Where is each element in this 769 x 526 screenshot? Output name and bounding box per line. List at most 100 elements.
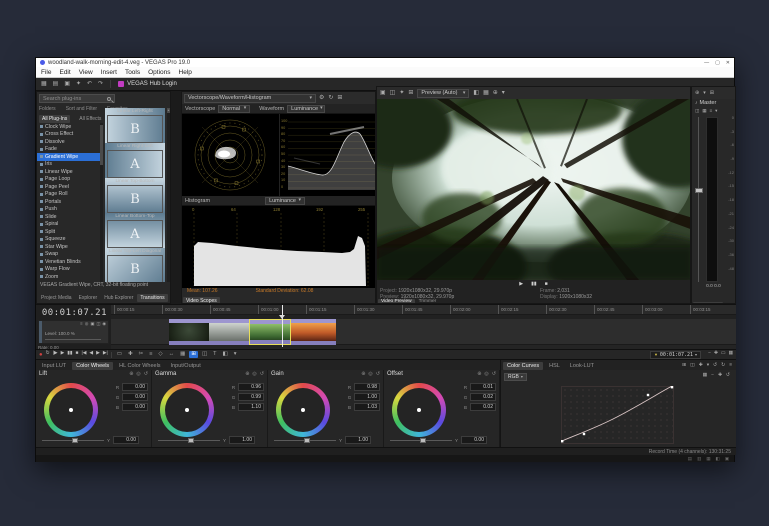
envelope-tool-icon[interactable]: ≡ [147,351,154,359]
track-level-slider[interactable] [45,339,101,340]
preset-linear-left-right[interactable]: Linear Left-Right B [105,108,165,143]
close-button[interactable]: ✕ [726,60,730,66]
grading-tab[interactable]: Input LUT [38,362,70,370]
wheel-y-value[interactable]: 0.00 [461,436,487,444]
fade-tool-icon[interactable]: ◇ [156,351,164,359]
color-pick-icon[interactable]: ◎ [368,371,372,377]
track-menu-icon[interactable]: ≡ [80,322,82,326]
transition-item[interactable]: Fade [37,146,100,154]
meter-options-icon[interactable]: ≡ [710,109,713,114]
link-channels-icon[interactable]: ⊕ [245,371,249,377]
wheel-g-value[interactable]: 0.99 [238,393,264,401]
reset-curve-icon[interactable]: ↺ [726,374,730,379]
maximize-button[interactable]: ▢ [715,60,720,66]
dock-tab[interactable]: Transitions [137,294,167,302]
wheel-y-value[interactable]: 0.00 [113,436,139,444]
transition-item[interactable]: Push [37,206,100,214]
overlay-choice-icon[interactable]: ⊞ [408,90,413,96]
wheel-y-value[interactable]: 1.00 [229,436,255,444]
category-tab[interactable]: All Effects [76,115,104,123]
transition-item[interactable]: Squeeze [37,236,100,244]
tool-more-icon[interactable]: ▾ [232,351,239,359]
curve-grid-toggle-icon[interactable]: ▦ [703,374,708,379]
slip-tool-icon[interactable]: ↔ [167,351,177,359]
dock-tab[interactable]: Project Media [38,294,75,302]
reset-wheel-icon[interactable]: ↺ [144,371,148,377]
auto-crossfade-icon[interactable]: ◫ [200,351,209,359]
menu-insert[interactable]: Insert [101,69,117,76]
search-input[interactable]: Search plug-ins [39,94,115,103]
open-project-icon[interactable]: ▣ [64,81,70,87]
insert-fx-icon[interactable]: ⊕ [695,91,699,96]
menu-file[interactable]: File [41,69,51,76]
histogram-mode-dropdown[interactable]: Luminance▾ [265,197,305,205]
go-to-end-icon[interactable]: ▶| [103,352,108,357]
zoom-preview-icon[interactable]: ⊕ [493,90,498,96]
transition-item[interactable]: Cross Effect [37,131,100,139]
undo-icon[interactable]: ↶ [87,81,92,87]
timeline-ruler[interactable]: 00:00:1500:00:3000:00:4500:01:0000:01:15… [111,305,736,315]
preset-linear-bottom-top[interactable]: Linear Bottom-Top A [105,213,165,248]
solo-icon[interactable]: ▦ [702,109,706,114]
cursor-time-box[interactable]: ▼ 00:01:07.21 ▾ [650,351,701,359]
color-pick-icon[interactable]: ◎ [252,371,256,377]
track-solo-icon[interactable]: ◉ [102,322,106,326]
wheel-master-slider[interactable] [390,440,452,441]
save-project-icon[interactable]: ✦ [76,81,81,87]
wheel-y-value[interactable]: 1.00 [345,436,371,444]
scale-menu-icon[interactable]: ▾ [715,109,717,114]
wheel-r-value[interactable]: 0.01 [470,383,496,391]
panel-toggle-icon-5[interactable]: ▣ [725,456,729,462]
reset-wheel-icon[interactable]: ↺ [376,371,380,377]
reset-wheel-icon[interactable]: ↺ [260,371,264,377]
color-pick-icon[interactable]: ◎ [484,371,488,377]
transition-item[interactable]: Portals [37,198,100,206]
wheel-slider-handle[interactable] [188,438,194,443]
transition-item[interactable]: Swap [37,251,100,259]
transition-item[interactable]: Venetian Blinds [37,258,100,266]
redo-grade-icon[interactable]: ↻ [721,364,725,369]
waveform-mode-dropdown[interactable]: Luminance▾ [287,105,325,113]
menu-help[interactable]: Help [179,69,192,76]
link-channels-icon[interactable]: ⊕ [477,371,481,377]
scope-settings-icon[interactable]: ⚙ [319,95,324,101]
video-track[interactable] [111,319,736,345]
grading-tab[interactable]: HL Color Wheels [115,362,164,370]
wheel-r-value[interactable]: 0.00 [122,383,148,391]
preview-pause-icon[interactable]: ▮▮ [531,282,537,287]
more-options-icon[interactable]: ▾ [502,90,505,96]
menu-options[interactable]: Options [148,69,170,76]
scope-pin-icon[interactable]: ⊞ [337,95,342,101]
menu-tools[interactable]: Tools [125,69,140,76]
dock-tab[interactable]: Hub Explorer [101,294,136,302]
redo-icon[interactable]: ↷ [98,81,103,87]
wheel-b-value[interactable]: 1.03 [354,403,380,411]
link-channels-icon[interactable]: ⊕ [129,371,133,377]
preset-linear-top-left-diagonal[interactable]: Linear Top-Left Diagonal B [105,248,165,282]
grade-menu-icon[interactable]: ≡ [729,364,732,369]
wheel-center-dot[interactable] [417,408,421,412]
color-wheel[interactable] [160,383,214,437]
category-tab[interactable]: All Plug-Ins [39,115,70,123]
wheel-b-value[interactable]: 1.10 [238,403,264,411]
wheel-master-slider[interactable] [274,440,336,441]
next-frame-icon[interactable]: ▶ [96,352,100,357]
timeline-event-1[interactable] [169,319,249,345]
curves-tab[interactable]: HSL [545,362,564,370]
playhead-marker[interactable] [279,315,285,319]
wheel-center-dot[interactable] [301,408,305,412]
transition-item[interactable]: Zoom [37,273,100,281]
text-tool-icon[interactable]: T [211,351,218,359]
preset-linear-top-bottom[interactable]: Linear Top-Bottom B [105,178,165,213]
panel-toggle-icon-4[interactable]: ◧ [715,456,719,462]
add-layer-icon[interactable]: ✚ [699,364,703,369]
transition-item[interactable]: Slide [37,213,100,221]
curve-editor[interactable] [561,386,674,444]
preview-stop-icon[interactable]: ■ [545,282,548,287]
normal-edit-tool-icon[interactable]: ▭ [115,351,124,359]
snap-grid-icon[interactable]: ▦ [178,351,187,359]
zoom-overview-icon[interactable]: ▦ [728,352,733,357]
vectorscope-mode-dropdown[interactable]: Normal▾ [218,105,250,113]
split-screen-icon[interactable]: ◫ [390,90,396,96]
selection-tool-icon[interactable]: ✚ [126,351,135,359]
